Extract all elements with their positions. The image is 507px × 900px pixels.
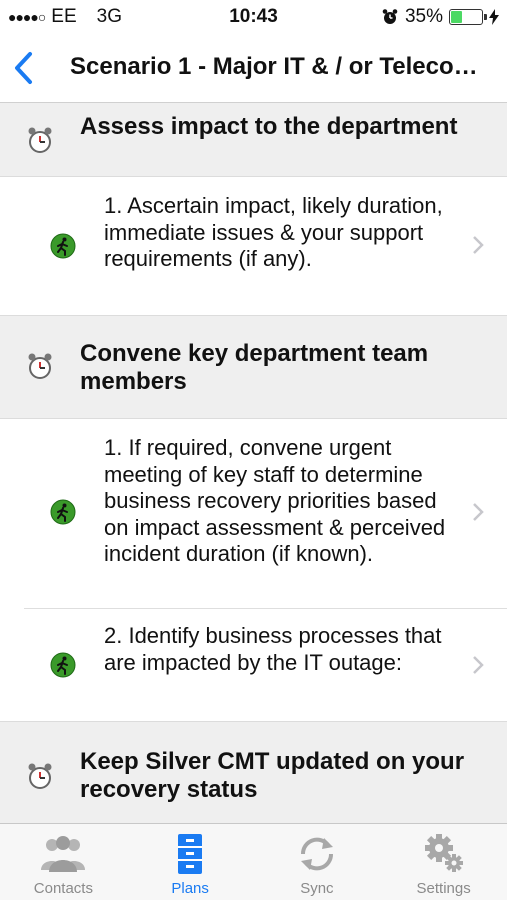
chevron-right-icon: [473, 656, 484, 674]
plans-cabinet-icon: [178, 834, 203, 874]
step-text: 1. If required, convene urgent meeting o…: [104, 435, 446, 566]
tab-label: Sync: [300, 880, 334, 897]
list-item[interactable]: 2. Identify business processes that are …: [0, 609, 507, 721]
navigation-bar: Scenario 1 - Major IT & / or Telecommuni…: [0, 36, 507, 103]
alarm-clock-icon: [28, 763, 52, 789]
sync-icon: [300, 837, 333, 871]
list-item[interactable]: 1. Ascertain impact, likely duration, im…: [0, 177, 507, 315]
status-bar: ●●●●○ EE 3G 10:43 35%: [0, 0, 507, 36]
tab-bar: Contacts Plans Sync Settings: [0, 823, 507, 900]
tab-settings[interactable]: Settings: [380, 824, 507, 900]
section-header-keep-silver-cmt-updated: Keep Silver CMT updated on your recovery…: [0, 721, 507, 823]
tab-label: Plans: [171, 880, 209, 897]
tab-sync[interactable]: Sync: [254, 824, 381, 900]
chevron-left-icon: [15, 52, 32, 84]
step-text: 1. Ascertain impact, likely duration, im…: [104, 193, 443, 271]
chevron-right-icon: [473, 503, 484, 521]
section-title: Assess impact to the department: [80, 113, 458, 140]
section-header-assess-impact: Assess impact to the department: [0, 103, 507, 177]
tab-plans[interactable]: Plans: [127, 824, 254, 900]
runner-icon: [50, 652, 76, 678]
battery-icon: [449, 9, 487, 25]
step-text: 2. Identify business processes that are …: [104, 623, 442, 675]
section-title: Keep Silver CMT updated on your recovery…: [80, 748, 465, 803]
tab-contacts[interactable]: Contacts: [0, 824, 127, 900]
contacts-icon: [41, 836, 86, 872]
gear-icon: [424, 834, 463, 872]
alarm-clock-icon: [28, 127, 52, 153]
tab-label: Settings: [416, 880, 471, 897]
runner-icon: [50, 499, 76, 525]
tab-label: Contacts: [33, 880, 93, 897]
back-button[interactable]: [10, 50, 40, 86]
alarm-clock-icon: [28, 353, 52, 379]
list-item[interactable]: 1. If required, convene urgent meeting o…: [0, 419, 507, 609]
chevron-right-icon: [473, 236, 484, 254]
alarm-status-icon: [382, 9, 398, 24]
charging-bolt-icon: [489, 9, 499, 25]
battery-percent: 35%: [404, 6, 443, 27]
section-title: Convene key department team members: [80, 340, 429, 395]
battery-info: 35%: [381, 6, 499, 28]
runner-icon: [50, 233, 76, 259]
section-header-convene-team: Convene key department team members: [0, 315, 507, 419]
plan-steps-list: Assess impact to the department 1. Ascer…: [0, 103, 507, 823]
page-title: Scenario 1 - Major IT & / or Telecommuni…: [70, 53, 495, 80]
